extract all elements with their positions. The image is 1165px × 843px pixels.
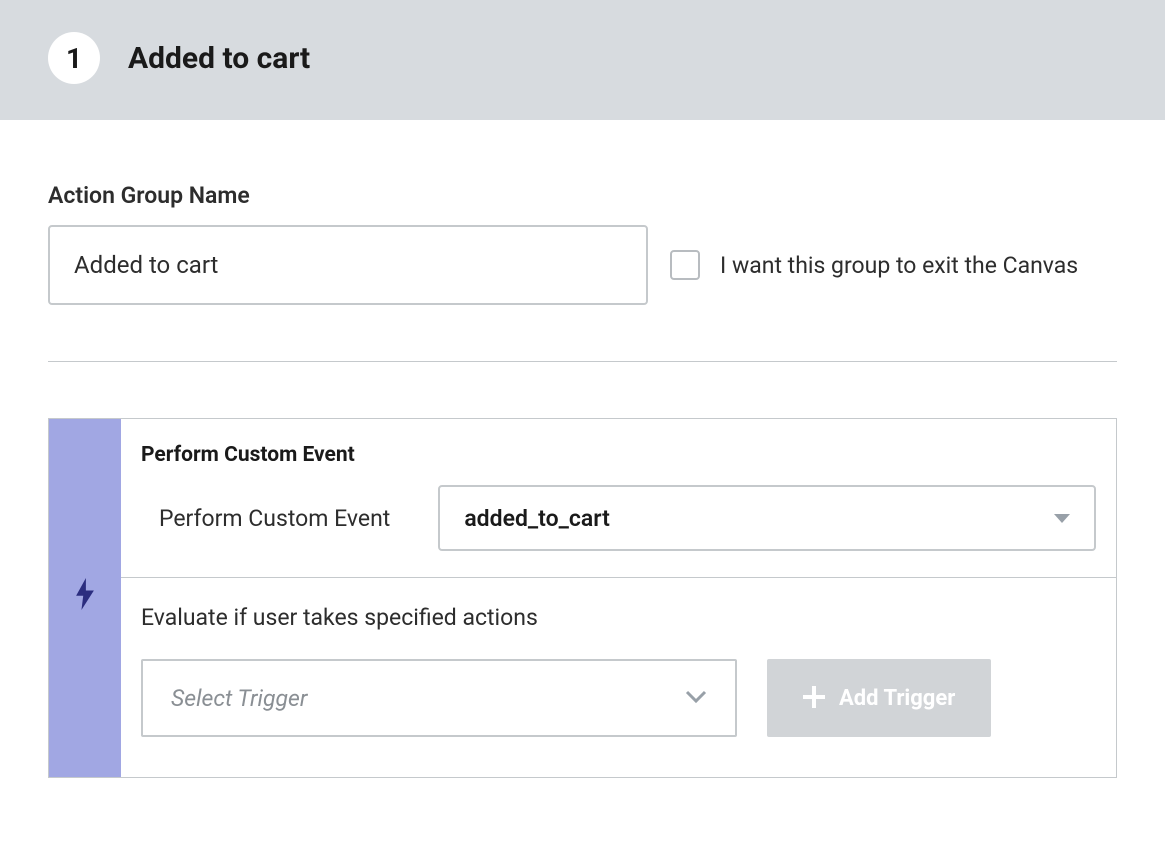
trigger-row: Select Trigger	[141, 659, 1096, 737]
trigger-select[interactable]: Select Trigger	[141, 659, 737, 737]
caret-down-icon	[1054, 514, 1070, 523]
event-section-top: Perform Custom Event Perform Custom Even…	[121, 419, 1116, 578]
step-number: 1	[66, 42, 82, 75]
evaluate-label: Evaluate if user takes specified actions	[141, 604, 1096, 631]
action-group-name-label: Action Group Name	[48, 182, 1117, 209]
custom-event-select[interactable]: added_to_cart	[438, 485, 1096, 551]
step-number-badge: 1	[48, 32, 100, 84]
name-row: I want this group to exit the Canvas	[48, 225, 1117, 305]
exit-canvas-checkbox[interactable]	[670, 250, 700, 280]
event-sections: Perform Custom Event Perform Custom Even…	[121, 419, 1116, 777]
event-section-bottom: Evaluate if user takes specified actions…	[121, 578, 1116, 777]
action-group-name-input[interactable]	[48, 225, 648, 305]
custom-event-label: Perform Custom Event	[159, 505, 390, 532]
content-area: Action Group Name I want this group to e…	[0, 120, 1165, 826]
lightning-bolt-icon	[74, 578, 96, 618]
section-divider	[48, 361, 1117, 362]
exit-canvas-label: I want this group to exit the Canvas	[720, 252, 1078, 279]
custom-event-heading: Perform Custom Event	[141, 443, 1096, 467]
chevron-down-icon	[685, 689, 707, 708]
custom-event-value: added_to_cart	[464, 505, 609, 532]
exit-canvas-checkbox-wrap: I want this group to exit the Canvas	[670, 250, 1078, 280]
step-title: Added to cart	[128, 41, 310, 76]
event-accent-bar	[49, 419, 121, 777]
trigger-placeholder: Select Trigger	[171, 685, 307, 712]
plus-icon	[803, 682, 825, 715]
step-header: 1 Added to cart	[0, 0, 1165, 120]
custom-event-row: Perform Custom Event added_to_cart	[141, 485, 1096, 551]
custom-event-block: Perform Custom Event Perform Custom Even…	[48, 418, 1117, 778]
add-trigger-button[interactable]: Add Trigger	[767, 659, 991, 737]
add-trigger-label: Add Trigger	[839, 686, 955, 711]
